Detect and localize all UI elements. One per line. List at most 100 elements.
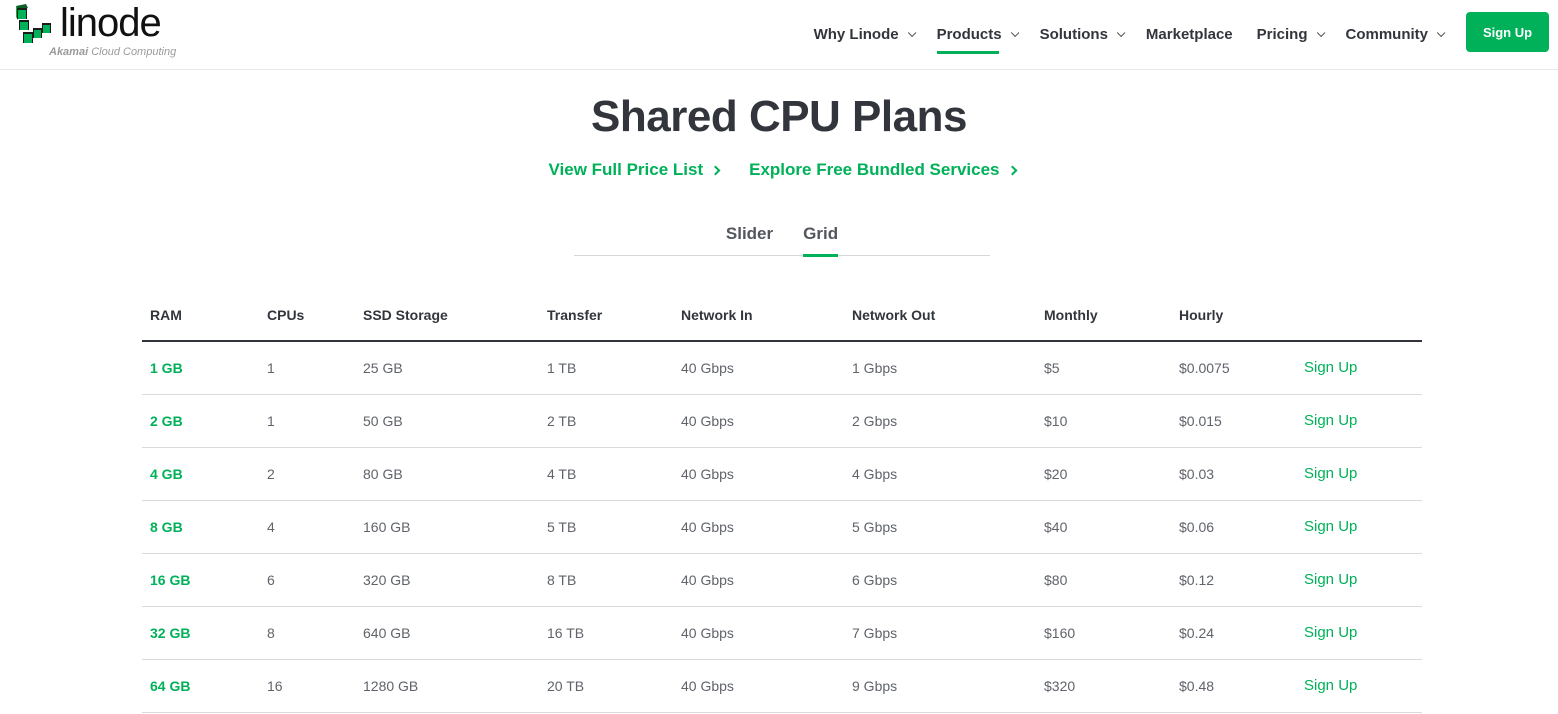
explore-bundled-services-link[interactable]: Explore Free Bundled Services (749, 160, 1017, 180)
hourly-price-cell: $0.24 (1171, 606, 1296, 660)
column-header-network-in: Network In (673, 290, 844, 342)
main-nav: Why Linode Products Solutions Marketplac… (802, 0, 1454, 69)
table-row: 64 GB 16 1280 GB 20 TB 40 Gbps 9 Gbps $320 $0.4… (142, 659, 1422, 713)
monthly-price-cell: $320 (1036, 659, 1171, 713)
nav-marketplace[interactable]: Marketplace (1134, 0, 1245, 69)
nav-products[interactable]: Products (925, 0, 1028, 69)
header-signup-button[interactable]: Sign Up (1466, 12, 1549, 52)
signup-link[interactable]: Sign Up (1296, 447, 1422, 501)
nav-community[interactable]: Community (1334, 0, 1455, 69)
cpus-cell: 4 (259, 500, 355, 554)
nav-why-linode[interactable]: Why Linode (802, 0, 925, 69)
transfer-cell: 1 TB (539, 341, 673, 395)
table-row: 32 GB 8 640 GB 16 TB 40 Gbps 7 Gbps $160 $0.24 S… (142, 606, 1422, 660)
tab-slider[interactable]: Slider (726, 220, 773, 256)
view-full-price-list-link[interactable]: View Full Price List (548, 160, 721, 180)
ssd-storage-cell: 320 GB (355, 553, 539, 607)
ssd-storage-cell: 50 GB (355, 394, 539, 448)
chevron-down-icon (907, 28, 916, 37)
signup-link[interactable]: Sign Up (1296, 394, 1422, 448)
ssd-storage-cell: 160 GB (355, 500, 539, 554)
logo-wordmark: linode (60, 1, 162, 45)
ram-cell: 8 GB (142, 500, 259, 554)
cpus-cell: 1 (259, 394, 355, 448)
monthly-price-cell: $40 (1036, 500, 1171, 554)
signup-link[interactable]: Sign Up (1296, 553, 1422, 607)
cpus-cell: 1 (259, 341, 355, 395)
network-in-cell: 40 Gbps (673, 341, 844, 395)
hourly-price-cell: $0.03 (1171, 447, 1296, 501)
monthly-price-cell: $80 (1036, 553, 1171, 607)
column-header-monthly: Monthly (1036, 290, 1171, 342)
column-header-network-out: Network Out (844, 290, 1036, 342)
transfer-cell: 20 TB (539, 659, 673, 713)
site-header: linode Akamai Cloud Computing Why Linode… (0, 0, 1558, 70)
signup-link[interactable]: Sign Up (1296, 500, 1422, 554)
hourly-price-cell: $0.12 (1171, 553, 1296, 607)
cpus-cell: 16 (259, 659, 355, 713)
table-row: 4 GB 2 80 GB 4 TB 40 Gbps 4 Gbps $20 $0.03 Sign … (142, 447, 1422, 501)
chevron-down-icon (1116, 28, 1126, 37)
page-title: Shared CPU Plans (591, 92, 967, 141)
transfer-cell: 8 TB (539, 553, 673, 607)
chevron-down-icon (1316, 28, 1325, 37)
tab-grid[interactable]: Grid (803, 220, 838, 257)
signup-link[interactable]: Sign Up (1296, 659, 1422, 713)
ram-cell: 4 GB (142, 447, 259, 501)
network-out-cell: 9 Gbps (844, 659, 1036, 713)
hero-links: View Full Price List Explore Free Bundle… (0, 160, 1558, 180)
ssd-storage-cell: 640 GB (355, 606, 539, 660)
linode-logo[interactable]: linode Akamai Cloud Computing (14, 1, 184, 62)
monthly-price-cell: $5 (1036, 341, 1171, 395)
network-out-cell: 1 Gbps (844, 341, 1036, 395)
plans-table-body: 1 GB 1 25 GB 1 TB 40 Gbps 1 Gbps $5 $0.0075 Sign… (142, 341, 1422, 713)
nav-pricing[interactable]: Pricing (1245, 0, 1334, 69)
nav-products-label: Products (936, 26, 1002, 43)
ram-cell: 32 GB (142, 606, 259, 660)
ram-cell: 64 GB (142, 659, 259, 713)
transfer-cell: 5 TB (539, 500, 673, 554)
chevron-right-icon (710, 165, 721, 175)
network-in-cell: 40 Gbps (673, 447, 844, 501)
transfer-cell: 2 TB (539, 394, 673, 448)
logo-tagline: Akamai Cloud Computing (49, 46, 176, 58)
network-out-cell: 7 Gbps (844, 606, 1036, 660)
network-out-cell: 4 Gbps (844, 447, 1036, 501)
table-header-row: RAM CPUs SSD Storage Transfer Network In… (142, 290, 1422, 342)
transfer-cell: 4 TB (539, 447, 673, 501)
chevron-down-icon (1010, 28, 1019, 37)
column-header-hourly: Hourly (1171, 290, 1296, 342)
ssd-storage-cell: 1280 GB (355, 659, 539, 713)
network-in-cell: 40 Gbps (673, 606, 844, 660)
column-header-transfer: Transfer (539, 290, 673, 342)
signup-link[interactable]: Sign Up (1296, 606, 1422, 660)
network-out-cell: 5 Gbps (844, 500, 1036, 554)
nav-solutions[interactable]: Solutions (1028, 0, 1134, 69)
nav-marketplace-label: Marketplace (1145, 26, 1233, 43)
view-tabs: Slider Grid (574, 220, 990, 257)
linode-cube-logo-icon (16, 4, 51, 43)
cpus-cell: 2 (259, 447, 355, 501)
signup-link[interactable]: Sign Up (1296, 341, 1422, 395)
nav-solutions-label: Solutions (1039, 26, 1108, 43)
plans-table: RAM CPUs SSD Storage Transfer Network In… (142, 290, 1422, 713)
transfer-cell: 16 TB (539, 606, 673, 660)
network-in-cell: 40 Gbps (673, 394, 844, 448)
column-header-ram: RAM (142, 290, 259, 342)
monthly-price-cell: $10 (1036, 394, 1171, 448)
nav-community-label: Community (1345, 26, 1429, 43)
view-full-price-list-label: View Full Price List (548, 160, 704, 179)
hourly-price-cell: $0.48 (1171, 659, 1296, 713)
column-header-cpus: CPUs (259, 290, 355, 342)
table-row: 16 GB 6 320 GB 8 TB 40 Gbps 6 Gbps $80 $0.12 Sig… (142, 553, 1422, 607)
ram-cell: 2 GB (142, 394, 259, 448)
hourly-price-cell: $0.015 (1171, 394, 1296, 448)
monthly-price-cell: $20 (1036, 447, 1171, 501)
hourly-price-cell: $0.0075 (1171, 341, 1296, 395)
logo-tagline-rest: Cloud Computing (88, 46, 177, 58)
table-row: 8 GB 4 160 GB 5 TB 40 Gbps 5 Gbps $40 $0.06 Sign… (142, 500, 1422, 554)
network-in-cell: 40 Gbps (673, 500, 844, 554)
ssd-storage-cell: 80 GB (355, 447, 539, 501)
logo-tagline-brand: Akamai (49, 46, 89, 58)
monthly-price-cell: $160 (1036, 606, 1171, 660)
